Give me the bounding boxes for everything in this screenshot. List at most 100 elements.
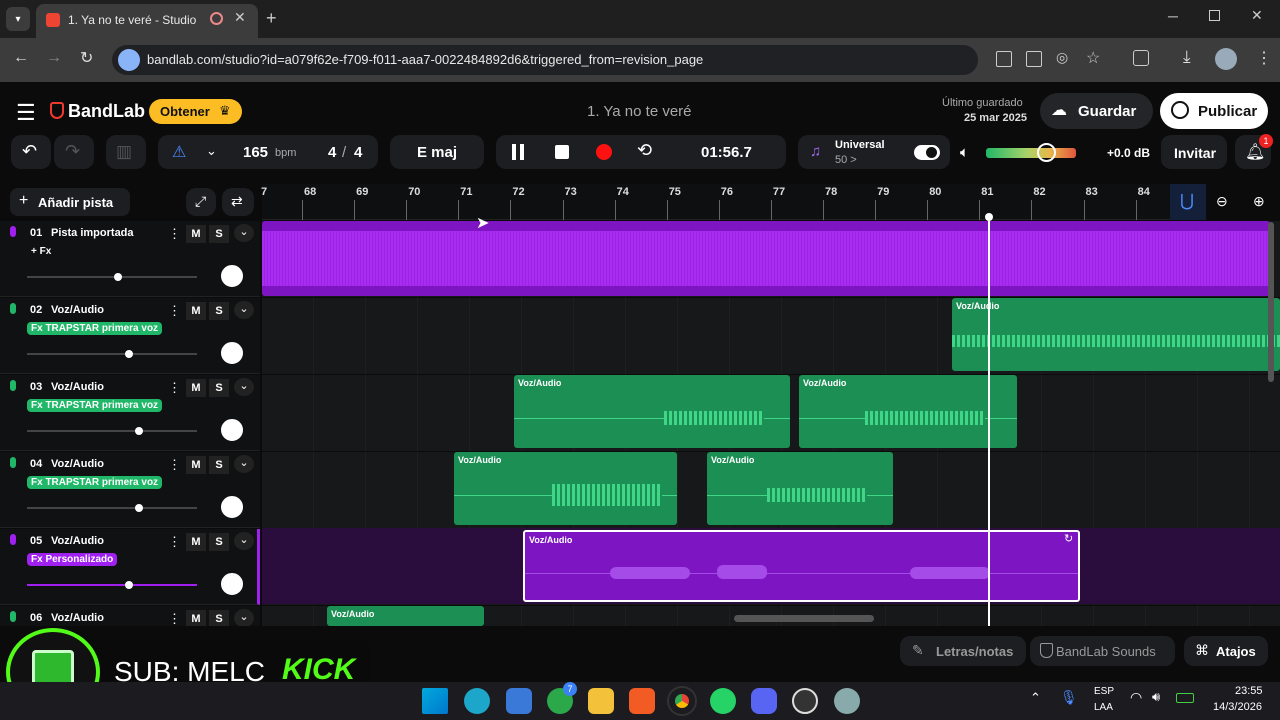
track-expand-chevron-icon[interactable]: ⌄ — [234, 609, 254, 627]
windows-start-icon[interactable] — [422, 688, 448, 714]
track-volume-slider[interactable] — [27, 507, 197, 509]
audio-clip-05-selected[interactable]: Voz/Audio ↻ — [523, 530, 1080, 602]
pan-knob[interactable] — [221, 573, 243, 595]
mute-button[interactable]: M — [186, 533, 206, 551]
metronome-icon[interactable]: ⚠ — [172, 142, 186, 162]
track-header[interactable]: 06 Voz/Audio ⋮ M S ⌄ — [0, 606, 260, 628]
track-volume-slider[interactable] — [27, 430, 197, 432]
track-name[interactable]: Voz/Audio — [51, 535, 104, 547]
automation-button[interactable]: ⤢ — [186, 188, 216, 216]
solo-button[interactable]: S — [209, 533, 229, 551]
profile-avatar[interactable] — [1215, 48, 1237, 70]
track-volume-thumb[interactable] — [135, 504, 143, 512]
bandlab-sounds-button[interactable]: BandLab Sounds — [1030, 636, 1175, 666]
brave-icon[interactable] — [629, 688, 655, 714]
bpm-value[interactable]: 165 — [243, 144, 268, 161]
fx-chain-tag[interactable]: Fx Personalizado — [27, 553, 118, 566]
pan-knob[interactable] — [221, 265, 243, 287]
track-name[interactable]: Pista importada — [51, 227, 134, 239]
solo-button[interactable]: S — [209, 379, 229, 397]
fx-chain-tag[interactable]: Fx TRAPSTAR primera voz — [27, 322, 163, 335]
stop-icon[interactable] — [555, 145, 569, 159]
loop-icon[interactable]: ⟲ — [637, 140, 652, 161]
track-expand-chevron-icon[interactable]: ⌄ — [234, 224, 254, 242]
minimize-icon[interactable]: ─ — [1168, 8, 1178, 24]
reload-icon[interactable]: ↻ — [80, 48, 93, 68]
publish-button[interactable]: Publicar — [1160, 93, 1268, 129]
tab-search-button[interactable]: ▾ — [6, 7, 30, 31]
microphone-icon[interactable]: 🎙︎ — [1060, 689, 1078, 706]
track-volume-thumb[interactable] — [114, 273, 122, 281]
invite-button[interactable]: Invitar — [1161, 135, 1227, 169]
audio-clip-01[interactable] — [262, 221, 1270, 296]
new-tab-icon[interactable]: + — [266, 8, 277, 29]
chrome-icon[interactable] — [669, 688, 695, 714]
playhead[interactable] — [988, 216, 990, 626]
fx-chain-tag[interactable]: + Fx — [27, 245, 55, 258]
audio-clip-04a[interactable]: Voz/Audio — [454, 452, 677, 525]
get-membership-button[interactable]: Obtener ♛ — [149, 99, 242, 124]
zoom-in-icon[interactable]: ⊕ — [1253, 193, 1265, 210]
extensions-icon[interactable] — [1133, 50, 1149, 66]
mute-button[interactable]: M — [186, 302, 206, 320]
battery-icon[interactable] — [1176, 693, 1194, 703]
track-expand-chevron-icon[interactable]: ⌄ — [234, 455, 254, 473]
pan-knob[interactable] — [221, 419, 243, 441]
bookmark-star-icon[interactable]: ☆ — [1086, 48, 1100, 68]
audio-clip-06[interactable]: Voz/Audio — [327, 606, 484, 626]
discord-icon[interactable] — [751, 688, 777, 714]
menu-kebab-icon[interactable]: ⋮ — [1256, 48, 1272, 68]
timeline-ruler[interactable]: 7 68 69 70 71 72 73 74 75 76 77 78 79 80 81 82 83 84 — [261, 184, 1170, 220]
speaker-icon[interactable]: 🔈︎ — [960, 144, 969, 161]
save-button[interactable]: ☁ Guardar — [1040, 93, 1153, 129]
solo-button[interactable]: S — [209, 302, 229, 320]
track-name[interactable]: Voz/Audio — [51, 304, 104, 316]
site-info-icon[interactable] — [118, 49, 140, 71]
tray-chevron-up-icon[interactable]: ⌃ — [1030, 690, 1041, 706]
track-volume-thumb[interactable] — [135, 427, 143, 435]
translate-icon[interactable] — [996, 51, 1012, 67]
master-volume-thumb[interactable] — [1037, 143, 1056, 162]
audio-clip-02[interactable]: Voz/Audio — [952, 298, 1280, 371]
audio-clip-03a[interactable]: Voz/Audio — [514, 375, 790, 448]
notifications-button[interactable]: 🔔︎ 1 — [1235, 134, 1273, 169]
mute-button[interactable]: M — [186, 379, 206, 397]
wifi-icon[interactable]: ◠ — [1130, 689, 1142, 706]
track-volume-thumb[interactable] — [125, 581, 133, 589]
hamburger-menu-icon[interactable]: ☰ — [16, 100, 36, 126]
settings-gear-icon[interactable] — [834, 688, 860, 714]
track-header[interactable]: 04 Voz/Audio ⋮ M S ⌄ Fx TRAPSTAR primera… — [0, 452, 260, 528]
obs-icon[interactable] — [792, 688, 818, 714]
add-track-button[interactable]: + Añadir pista — [10, 188, 130, 216]
project-title[interactable]: 1. Ya no te veré — [587, 103, 692, 120]
track-expand-chevron-icon[interactable]: ⌄ — [234, 532, 254, 550]
audio-clip-03b[interactable]: Voz/Audio — [799, 375, 1017, 448]
pan-knob[interactable] — [221, 342, 243, 364]
track-expand-chevron-icon[interactable]: ⌄ — [234, 301, 254, 319]
volume-icon[interactable]: 🔊︎ — [1152, 689, 1160, 705]
track-volume-slider[interactable] — [27, 353, 197, 355]
eye-off-icon[interactable]: ◎ — [1056, 49, 1068, 66]
fx-chain-tag[interactable]: Fx TRAPSTAR primera voz — [27, 476, 163, 489]
pan-knob[interactable] — [221, 496, 243, 518]
key-selector[interactable]: E maj — [390, 135, 484, 169]
playhead-handle[interactable] — [985, 213, 993, 221]
maximize-icon[interactable] — [1209, 10, 1220, 21]
track-name[interactable]: Voz/Audio — [51, 381, 104, 393]
record-icon[interactable] — [596, 144, 612, 160]
track-header[interactable]: 01 Pista importada ⋮ M S ⌄ + Fx — [0, 221, 260, 297]
shortcuts-button[interactable]: ⌘ Atajos — [1184, 636, 1268, 666]
track-options-icon[interactable]: ⋮ — [168, 303, 181, 319]
close-window-icon[interactable]: ✕ — [1251, 7, 1263, 24]
track-expand-chevron-icon[interactable]: ⌄ — [234, 378, 254, 396]
snap-magnet-button[interactable]: ⋃ — [1170, 184, 1206, 220]
autotune-preset[interactable]: ♫ Universal 50 > — [798, 135, 950, 169]
language-code[interactable]: ESP — [1094, 686, 1114, 697]
whatsapp-icon[interactable] — [710, 688, 736, 714]
fx-chain-tag[interactable]: Fx TRAPSTAR primera voz — [27, 399, 163, 412]
edge-icon[interactable] — [464, 688, 490, 714]
track-options-icon[interactable]: ⋮ — [168, 457, 181, 473]
zoom-out-icon[interactable]: ⊖ — [1216, 193, 1228, 210]
time-signature-numerator[interactable]: 4 — [328, 144, 336, 161]
chevron-down-icon[interactable]: ⌄ — [206, 143, 217, 159]
